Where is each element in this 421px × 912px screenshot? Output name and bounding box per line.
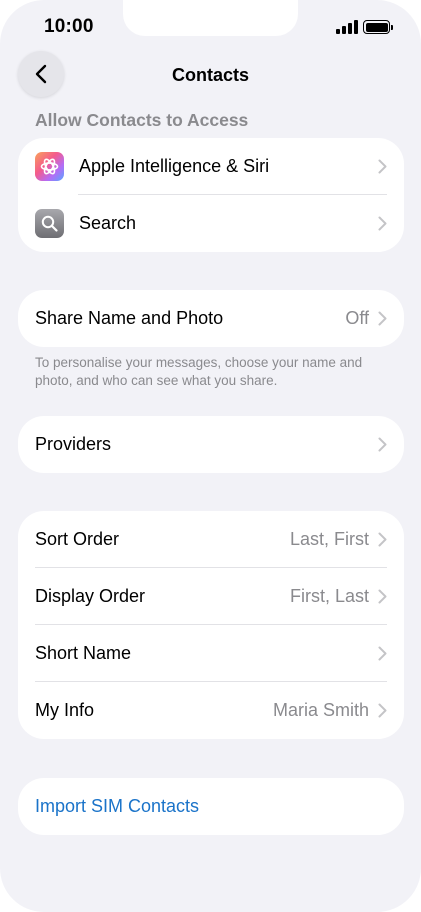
apple-intelligence-siri-icon — [35, 152, 64, 181]
row-label: Import SIM Contacts — [35, 796, 200, 816]
row-value: Last, First — [289, 529, 369, 549]
import-sim-contacts-button[interactable]: Import SIM Contacts — [18, 778, 404, 835]
access-group: Apple Intelligence & Siri Search — [18, 138, 404, 252]
chevron-right-icon — [378, 589, 387, 604]
row-value: First, Last — [289, 586, 369, 606]
import-group: Import SIM Contacts — [18, 778, 404, 835]
chevron-right-icon — [378, 703, 387, 718]
chevron-right-icon — [378, 437, 387, 452]
row-label: Providers — [35, 434, 112, 454]
row-value: Off — [345, 308, 369, 328]
row-short-name[interactable]: Short Name — [18, 625, 404, 682]
row-label: My Info — [35, 700, 95, 720]
row-value: Maria Smith — [272, 700, 369, 720]
search-icon — [35, 209, 64, 238]
chevron-right-icon — [378, 311, 387, 326]
row-display-order[interactable]: Display Order First, Last — [18, 568, 404, 625]
chevron-right-icon — [378, 646, 387, 661]
notch — [123, 0, 298, 36]
row-label: Search — [79, 213, 137, 233]
row-search[interactable]: Search — [18, 195, 404, 252]
display-group: Sort Order Last, First Display Order Fir… — [18, 511, 404, 739]
row-label: Sort Order — [35, 529, 120, 549]
section-header-access: Allow Contacts to Access — [35, 110, 249, 130]
phone-screen: 10:00 Contacts Allow Contacts to Access — [0, 0, 421, 912]
providers-group: Providers — [18, 416, 404, 473]
row-label: Share Name and Photo — [35, 308, 224, 328]
battery-icon — [363, 20, 393, 34]
row-label: Display Order — [35, 586, 146, 606]
row-my-info[interactable]: My Info Maria Smith — [18, 682, 404, 739]
signal-icon — [336, 20, 358, 34]
row-label: Apple Intelligence & Siri — [79, 156, 270, 176]
chevron-right-icon — [378, 216, 387, 231]
row-sort-order[interactable]: Sort Order Last, First — [18, 511, 404, 568]
row-share-name-photo[interactable]: Share Name and Photo Off — [18, 290, 404, 347]
row-providers[interactable]: Providers — [18, 416, 404, 473]
row-label: Short Name — [35, 643, 132, 663]
chevron-right-icon — [378, 159, 387, 174]
share-group: Share Name and Photo Off — [18, 290, 404, 347]
chevron-right-icon — [378, 532, 387, 547]
share-footnote: To personalise your messages, choose you… — [35, 355, 363, 388]
status-time: 10:00 — [44, 16, 94, 37]
row-apple-intelligence-siri[interactable]: Apple Intelligence & Siri — [18, 138, 404, 195]
page-title: Contacts — [171, 65, 249, 85]
